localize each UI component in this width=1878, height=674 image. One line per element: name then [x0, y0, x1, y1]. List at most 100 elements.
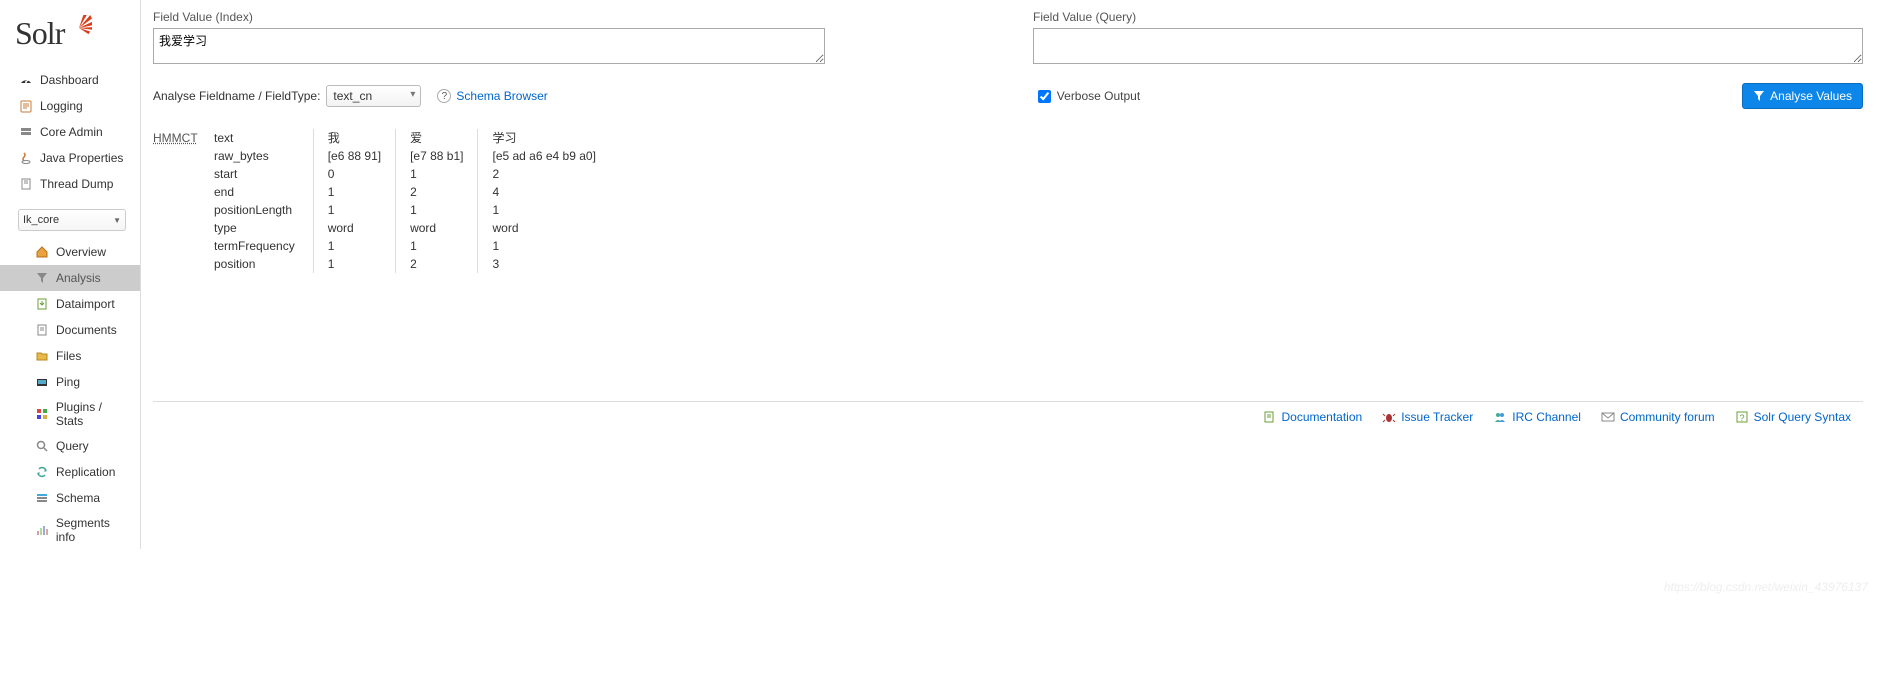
token-positionLength: 1: [492, 201, 595, 219]
token-end: 2: [410, 183, 463, 201]
field-value-query-input[interactable]: [1033, 28, 1863, 64]
token-column: 我[e6 88 91]011word11: [313, 129, 395, 273]
plugins-stats-icon: [34, 406, 50, 422]
token-position: 1: [328, 255, 381, 273]
token-termFrequency: 1: [492, 237, 595, 255]
token-type: word: [328, 219, 381, 237]
attr-label: positionLength: [214, 201, 295, 219]
attr-label: position: [214, 255, 295, 273]
token-type: word: [410, 219, 463, 237]
nav-label: Overview: [56, 245, 106, 259]
footer-community-forum[interactable]: Community forum: [1601, 410, 1715, 424]
footer-label: Solr Query Syntax: [1754, 410, 1851, 424]
schema-browser-label: Schema Browser: [456, 89, 547, 103]
attr-label: termFrequency: [214, 237, 295, 255]
nav-sub-analysis[interactable]: Analysis: [0, 265, 140, 291]
footer-label: Community forum: [1620, 410, 1715, 424]
segments-info-icon: [34, 522, 50, 538]
footer-label: IRC Channel: [1512, 410, 1581, 424]
java-properties-icon: [18, 150, 34, 166]
field-value-query-label: Field Value (Query): [1033, 10, 1863, 24]
nav-label: Dashboard: [40, 73, 99, 87]
nav-sub-query[interactable]: Query: [0, 433, 140, 459]
irc-channel-icon: [1493, 410, 1507, 424]
token-position: 3: [492, 255, 595, 273]
field-value-index-input[interactable]: [153, 28, 825, 64]
token-start: 0: [328, 165, 381, 183]
nav-item-logging[interactable]: Logging: [0, 93, 140, 119]
help-icon: ?: [437, 89, 451, 103]
logging-icon: [18, 98, 34, 114]
nav-sub-dataimport[interactable]: Dataimport: [0, 291, 140, 317]
footer-documentation[interactable]: Documentation: [1262, 410, 1362, 424]
token-text: 爱: [410, 129, 463, 147]
core-selector[interactable]: Ik_core ▼: [18, 209, 126, 231]
nav-item-core-admin[interactable]: Core Admin: [0, 119, 140, 145]
replication-icon: [34, 464, 50, 480]
fieldtype-select-value: text_cn: [333, 89, 372, 103]
nav-sub-replication[interactable]: Replication: [0, 459, 140, 485]
token-start: 2: [492, 165, 595, 183]
logo-text: Solr: [15, 15, 64, 51]
community-forum-icon: [1601, 410, 1615, 424]
core-selector-value: Ik_core: [23, 214, 59, 226]
nav-item-java-properties[interactable]: Java Properties: [0, 145, 140, 171]
token-termFrequency: 1: [328, 237, 381, 255]
token-end: 1: [328, 183, 381, 201]
analyse-values-button[interactable]: Analyse Values: [1742, 83, 1863, 109]
token-raw_bytes: [e5 ad a6 e4 b9 a0]: [492, 147, 595, 165]
footer-solr-query-syntax[interactable]: ? Solr Query Syntax: [1735, 410, 1851, 424]
nav-item-thread-dump[interactable]: Thread Dump: [0, 171, 140, 197]
verbose-output-checkbox[interactable]: [1038, 90, 1051, 103]
attr-labels: textraw_bytesstartendpositionLengthtypet…: [214, 129, 313, 273]
funnel-icon: [1753, 90, 1765, 102]
nav-label: Files: [56, 349, 81, 363]
nav-sub-schema[interactable]: Schema: [0, 485, 140, 511]
footer-issue-tracker[interactable]: Issue Tracker: [1382, 410, 1473, 424]
ping-icon: [34, 374, 50, 390]
nav-label: Thread Dump: [40, 177, 113, 191]
schema-icon: [34, 490, 50, 506]
footer-irc-channel[interactable]: IRC Channel: [1493, 410, 1581, 424]
token-column: 学习[e5 ad a6 e4 b9 a0]241word13: [477, 129, 609, 273]
token-position: 2: [410, 255, 463, 273]
attr-label: end: [214, 183, 295, 201]
attr-label: raw_bytes: [214, 147, 295, 165]
files-icon: [34, 348, 50, 364]
verbose-output-label: Verbose Output: [1057, 89, 1140, 103]
solr-sun-icon: [66, 15, 92, 44]
core-admin-icon: [18, 124, 34, 140]
nav-label: Core Admin: [40, 125, 103, 139]
token-raw_bytes: [e7 88 b1]: [410, 147, 463, 165]
nav-label: Query: [56, 439, 89, 453]
nav-sub-documents[interactable]: Documents: [0, 317, 140, 343]
nav-label: Schema: [56, 491, 100, 505]
nav-sub-segments-info[interactable]: Segments info: [0, 511, 140, 549]
nav-sub-overview[interactable]: Overview: [0, 239, 140, 265]
fieldtype-select[interactable]: text_cn: [326, 85, 421, 107]
token-column: 爱[e7 88 b1]121word12: [395, 129, 477, 273]
dataimport-icon: [34, 296, 50, 312]
nav-item-dashboard[interactable]: Dashboard: [0, 67, 140, 93]
solr-query-syntax-icon: ?: [1735, 410, 1749, 424]
nav-sub-plugins-stats[interactable]: Plugins / Stats: [0, 395, 140, 433]
analyse-button-label: Analyse Values: [1770, 89, 1852, 103]
tokenizer-name: HMMCT: [153, 129, 198, 273]
analyse-fieldname-label: Analyse Fieldname / FieldType:: [153, 89, 320, 103]
logo: Solr: [0, 0, 140, 62]
chevron-down-icon: ▼: [113, 216, 121, 225]
schema-browser-link[interactable]: ? Schema Browser: [437, 89, 547, 103]
token-start: 1: [410, 165, 463, 183]
token-text: 学习: [492, 129, 595, 147]
issue-tracker-icon: [1382, 410, 1396, 424]
token-positionLength: 1: [410, 201, 463, 219]
thread-dump-icon: [18, 176, 34, 192]
nav-sub-files[interactable]: Files: [0, 343, 140, 369]
token-end: 4: [492, 183, 595, 201]
svg-text:?: ?: [1739, 413, 1744, 423]
verbose-output-toggle[interactable]: Verbose Output: [1038, 89, 1140, 103]
token-raw_bytes: [e6 88 91]: [328, 147, 381, 165]
attr-label: type: [214, 219, 295, 237]
nav-sub-ping[interactable]: Ping: [0, 369, 140, 395]
watermark: https://blog.csdn.net/weixin_43976137: [1664, 580, 1868, 594]
